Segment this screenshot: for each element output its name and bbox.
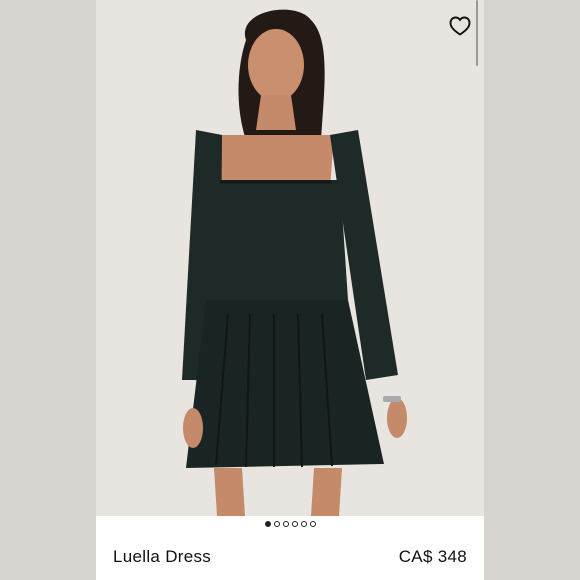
gallery-dot-2[interactable]	[273, 521, 280, 527]
right-backdrop	[484, 0, 580, 580]
product-card[interactable]: Luella Dress CA$ 348	[96, 0, 484, 580]
product-photo[interactable]	[96, 0, 484, 516]
gallery-dot-6[interactable]	[309, 521, 316, 527]
model-illustration	[96, 0, 484, 516]
product-info: Luella Dress CA$ 348	[113, 545, 467, 569]
gallery-dot-5[interactable]	[300, 521, 307, 527]
heart-outline-icon	[449, 16, 471, 36]
gallery-pagination	[96, 521, 484, 533]
gallery-dot-1[interactable]	[264, 521, 271, 527]
gallery-dot-4[interactable]	[291, 521, 298, 527]
gallery-dot-3[interactable]	[282, 521, 289, 527]
product-price: CA$ 348	[398, 547, 467, 566]
product-name[interactable]: Luella Dress	[113, 547, 211, 567]
left-backdrop	[0, 0, 96, 580]
photo-scrollbar[interactable]	[476, 0, 478, 66]
listing-frame: Luella Dress CA$ 348	[0, 0, 580, 580]
wishlist-button[interactable]	[448, 14, 472, 38]
